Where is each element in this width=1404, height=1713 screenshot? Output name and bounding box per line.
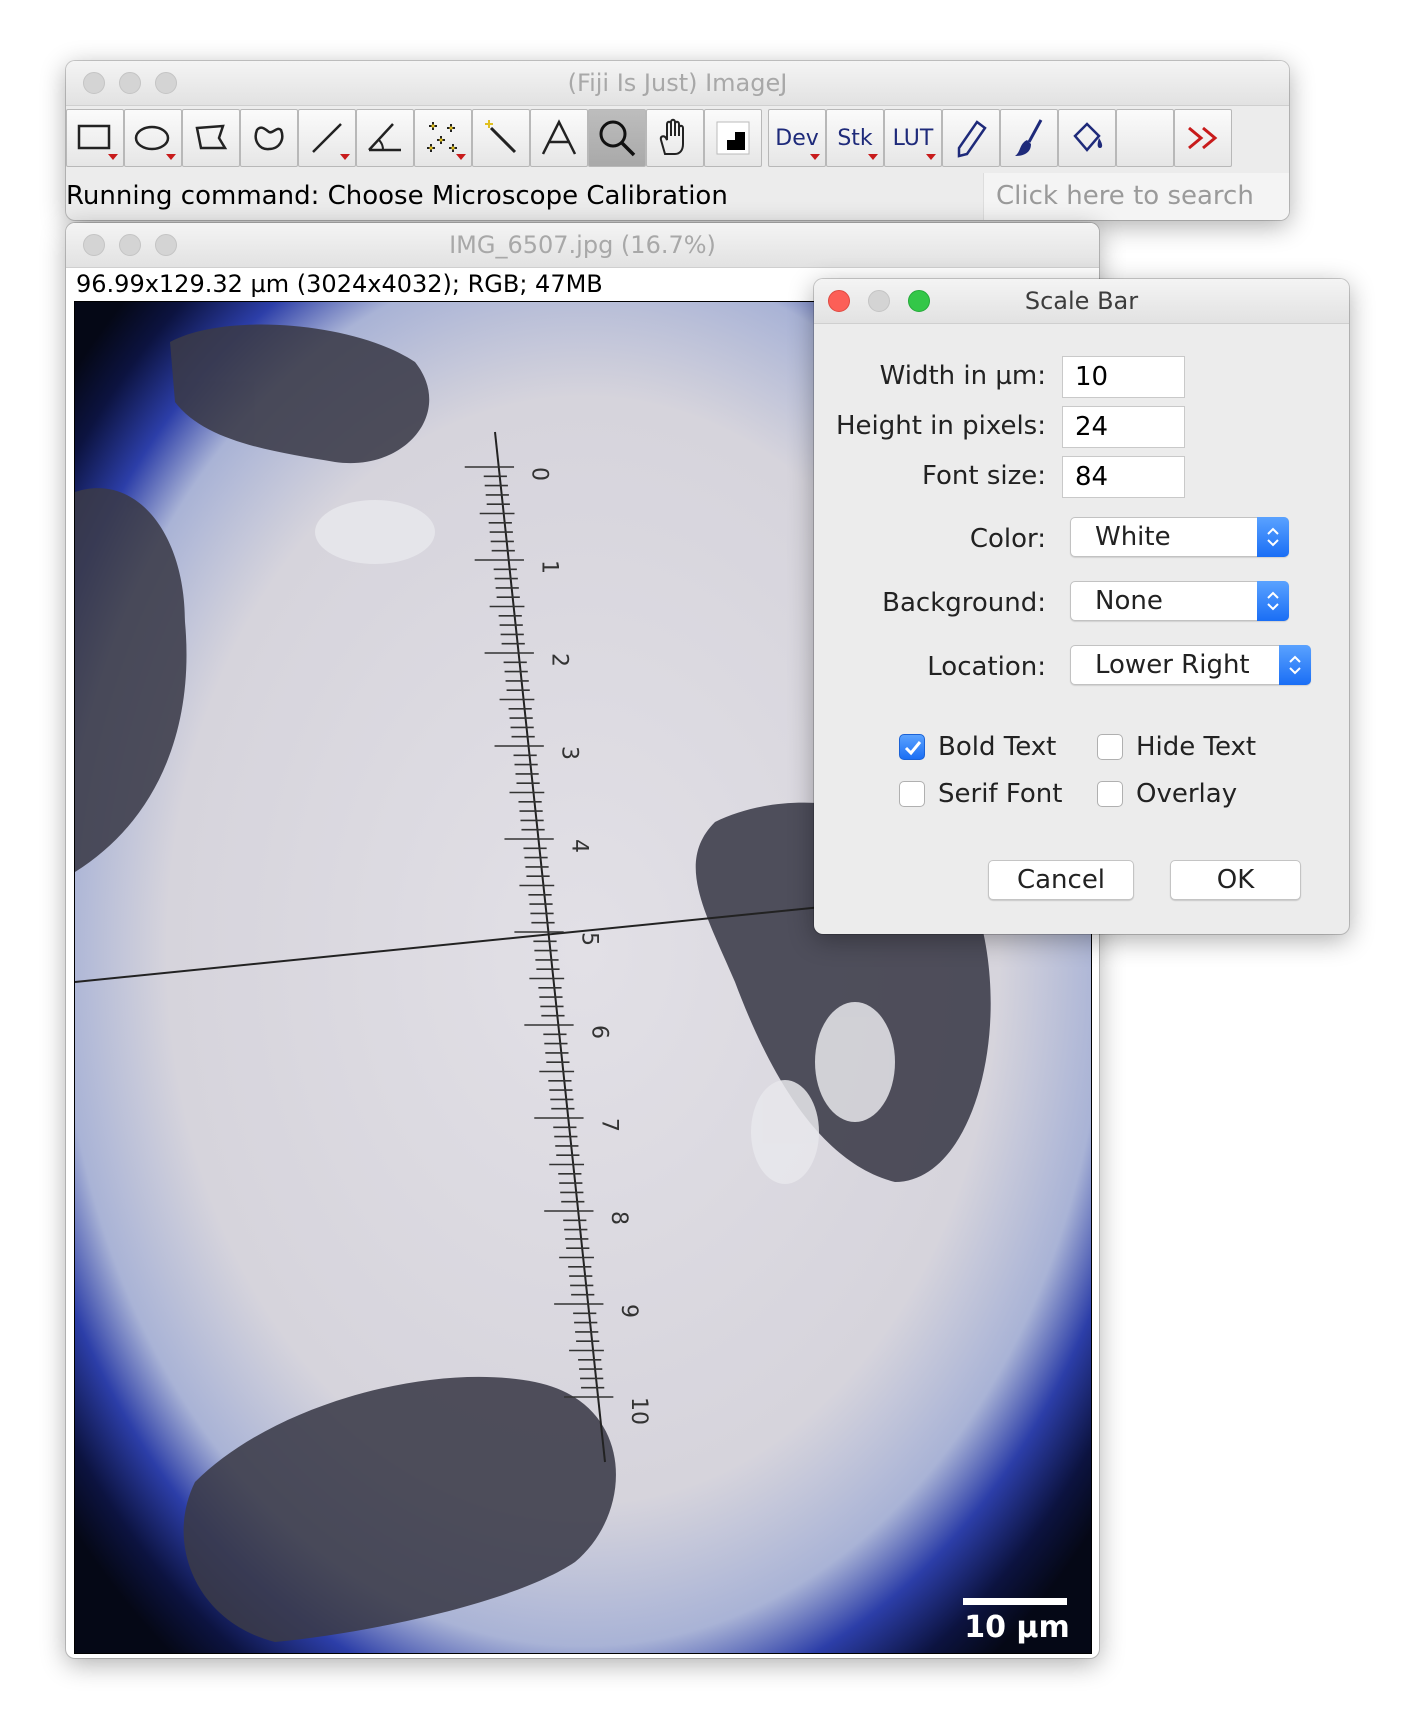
ok-button[interactable]: OK	[1170, 860, 1301, 900]
reticle-number: 10	[626, 1397, 651, 1425]
magnifier-icon	[599, 120, 636, 157]
dropdown-indicator	[926, 154, 936, 160]
brush-tool[interactable]	[1000, 109, 1058, 167]
dropdown-indicator	[166, 154, 176, 160]
reticle-number: 1	[537, 560, 562, 574]
scale-bar	[963, 1598, 1067, 1605]
cancel-button[interactable]: Cancel	[988, 860, 1134, 900]
wand-icon	[485, 120, 517, 154]
select-arrows-icon	[1257, 517, 1289, 557]
flood-fill-tool[interactable]	[1058, 109, 1116, 167]
status-bar-text: Running command: Choose Microscope Calib…	[66, 181, 728, 211]
bold-text-label[interactable]: Bold Text	[938, 732, 1056, 762]
font-size-label: Font size:	[921, 461, 1046, 491]
checkmark-icon	[904, 741, 922, 756]
dropdown-indicator	[868, 154, 878, 160]
wand-tool[interactable]	[472, 109, 530, 167]
color-select[interactable]: White	[1070, 517, 1289, 557]
text-tool[interactable]	[530, 109, 588, 167]
lut-menu-label: LUT	[892, 125, 934, 151]
stk-menu[interactable]: Stk	[826, 109, 884, 167]
point-tool[interactable]	[414, 109, 472, 167]
serif-font-checkbox[interactable]	[899, 781, 925, 807]
polygon-tool[interactable]	[182, 109, 240, 167]
empty-slot[interactable]	[1116, 109, 1174, 167]
color-select-value: White	[1095, 522, 1171, 552]
scale-bar-label: 10 µm	[964, 1610, 1070, 1645]
reticle-number: 6	[586, 1025, 611, 1039]
scale-bar-dialog: Scale Bar Width in µm: 10 Height in pixe…	[814, 279, 1349, 934]
reticle-number: 5	[576, 932, 601, 946]
background-select[interactable]: None	[1070, 581, 1289, 621]
lut-menu[interactable]: LUT	[884, 109, 942, 167]
pencil-icon	[957, 120, 987, 158]
dialog-title: Scale Bar	[1024, 287, 1139, 315]
color-picker-icon	[716, 121, 750, 155]
serif-font-label[interactable]: Serif Font	[938, 779, 1062, 809]
image-titlebar[interactable]: IMG_6507.jpg (16.7%)	[66, 223, 1099, 268]
width-label: Width in µm:	[879, 361, 1046, 391]
reticle-number: 4	[566, 839, 591, 853]
reticle-number: 9	[616, 1304, 641, 1318]
dev-menu-label: Dev	[775, 125, 819, 151]
dropdown-indicator	[340, 154, 350, 160]
color-picker-tool[interactable]	[704, 109, 762, 167]
angle-tool[interactable]	[356, 109, 414, 167]
image-info: 96.99x129.32 µm (3024x4032); RGB; 47MB	[76, 270, 603, 298]
double-chevron-right-icon	[1188, 126, 1218, 150]
dropdown-indicator	[456, 154, 466, 160]
location-select[interactable]: Lower Right	[1070, 645, 1311, 685]
reticle-number: 3	[557, 746, 582, 760]
background-label: Background:	[882, 588, 1046, 618]
location-select-value: Lower Right	[1095, 650, 1250, 680]
background-select-value: None	[1095, 586, 1163, 616]
polygon-icon	[195, 124, 228, 150]
hand-tool[interactable]	[646, 109, 704, 167]
hide-text-label[interactable]: Hide Text	[1136, 732, 1256, 762]
height-label: Height in pixels:	[835, 411, 1046, 441]
dropdown-indicator	[108, 154, 118, 160]
reticle-number: 7	[596, 1118, 621, 1132]
freehand-icon	[254, 126, 284, 151]
window-title: (Fiji Is Just) ImageJ	[567, 69, 788, 97]
bold-text-checkbox[interactable]	[899, 734, 925, 760]
pencil-tool[interactable]	[942, 109, 1000, 167]
rectangle-tool[interactable]	[66, 109, 124, 167]
reticle-number: 2	[547, 653, 572, 667]
angle-icon	[368, 123, 401, 152]
line-tool[interactable]	[298, 109, 356, 167]
height-input[interactable]: 24	[1062, 406, 1185, 448]
select-arrows-icon	[1279, 645, 1311, 685]
search-input[interactable]: Click here to search	[983, 173, 1289, 220]
font-size-input[interactable]: 84	[1062, 456, 1185, 498]
overlay-checkbox[interactable]	[1097, 781, 1123, 807]
reticle-number: 8	[606, 1211, 631, 1225]
imagej-main-window: (Fiji Is Just) ImageJ Dev Stk LUT Runnin…	[66, 61, 1289, 220]
magnifier-tool[interactable]	[588, 109, 646, 167]
more-tools-button[interactable]	[1174, 109, 1232, 167]
imagej-titlebar[interactable]: (Fiji Is Just) ImageJ	[66, 61, 1289, 106]
oval-tool[interactable]	[124, 109, 182, 167]
hand-icon	[659, 118, 684, 155]
text-icon	[541, 119, 577, 155]
paint-bucket-icon	[1073, 122, 1103, 152]
brush-icon	[1015, 119, 1043, 156]
location-label: Location:	[927, 652, 1046, 682]
hide-text-checkbox[interactable]	[1097, 734, 1123, 760]
dev-menu[interactable]: Dev	[768, 109, 826, 167]
overlay-label[interactable]: Overlay	[1136, 779, 1237, 809]
width-input[interactable]: 10	[1062, 356, 1185, 398]
dialog-titlebar[interactable]: Scale Bar	[814, 279, 1349, 324]
stk-menu-label: Stk	[837, 125, 873, 151]
select-arrows-icon	[1257, 581, 1289, 621]
toolbar: Dev Stk LUT	[66, 105, 1289, 167]
dropdown-indicator	[810, 154, 820, 160]
color-label: Color:	[969, 524, 1046, 554]
freehand-tool[interactable]	[240, 109, 298, 167]
reticle-number: 0	[527, 467, 552, 481]
window-title: IMG_6507.jpg (16.7%)	[449, 231, 716, 259]
